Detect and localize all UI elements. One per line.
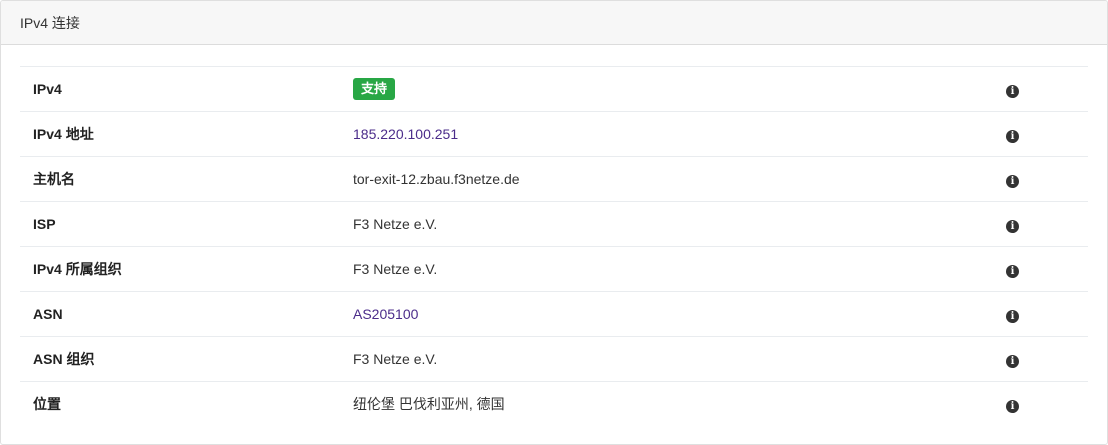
info-icon[interactable]: i — [1006, 174, 1019, 188]
row-label: ASN 组织 — [33, 351, 95, 367]
info-icon[interactable]: i — [1006, 129, 1019, 143]
asn-link[interactable]: AS205100 — [353, 306, 418, 322]
row-label: ISP — [33, 216, 56, 232]
info-icon[interactable]: i — [1006, 399, 1019, 413]
org-value: F3 Netze e.V. — [353, 261, 438, 277]
row-label: 主机名 — [33, 171, 75, 187]
table-row: ISP F3 Netze e.V. i — [20, 201, 1088, 247]
table-row: IPv4 地址 185.220.100.251 i — [20, 111, 1088, 157]
table-row: ASN 组织 F3 Netze e.V. i — [20, 336, 1088, 382]
table-row: IPv4 支持 i — [20, 66, 1088, 112]
card-title: IPv4 连接 — [20, 14, 80, 31]
info-icon[interactable]: i — [1006, 309, 1019, 323]
info-icon[interactable]: i — [1006, 354, 1019, 368]
location-value: 纽伦堡 巴伐利亚州, 德国 — [353, 396, 505, 413]
ipv4-info-table: IPv4 支持 i IPv4 地址 185.220.100.251 i 主机名 … — [20, 66, 1088, 427]
row-label: IPv4 — [33, 81, 62, 97]
info-icon[interactable]: i — [1006, 219, 1019, 233]
table-row: ASN AS205100 i — [20, 291, 1088, 337]
ipv4-connection-card: IPv4 连接 IPv4 支持 i IPv4 地址 185.220.100.25… — [0, 0, 1108, 445]
row-label: 位置 — [33, 396, 61, 413]
row-label: ASN — [33, 306, 63, 322]
card-header: IPv4 连接 — [1, 1, 1107, 45]
isp-value: F3 Netze e.V. — [353, 216, 438, 232]
ip-address-link[interactable]: 185.220.100.251 — [353, 126, 458, 142]
status-badge: 支持 — [353, 78, 396, 100]
asn-org-value: F3 Netze e.V. — [353, 351, 438, 367]
table-row: IPv4 所属组织 F3 Netze e.V. i — [20, 246, 1088, 292]
row-label: IPv4 所属组织 — [33, 261, 122, 277]
info-icon[interactable]: i — [1006, 84, 1019, 98]
hostname-value: tor-exit-12.zbau.f3netze.de — [353, 171, 520, 187]
table-row: 位置 纽伦堡 巴伐利亚州, 德国 i — [20, 381, 1088, 427]
row-label: IPv4 地址 — [33, 126, 94, 142]
table-row: 主机名 tor-exit-12.zbau.f3netze.de i — [20, 156, 1088, 202]
info-icon[interactable]: i — [1006, 264, 1019, 278]
